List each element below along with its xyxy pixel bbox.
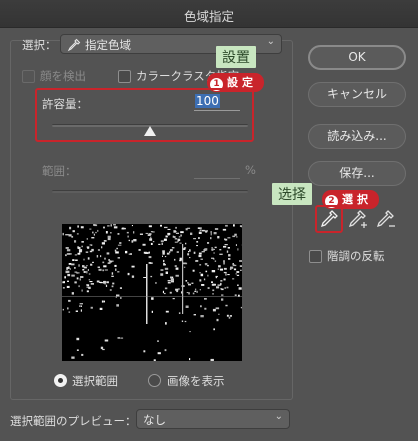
radio-image[interactable] [148,374,161,387]
title-bar: 色域指定 [0,0,418,28]
annotation-select-tag: 选择 [272,183,312,205]
annotation-fuzziness-box [35,88,254,142]
invert-checkbox[interactable] [309,250,322,263]
step2-text: 選択 [342,193,372,206]
window-title: 色域指定 [183,9,234,24]
range-input[interactable] [194,162,240,179]
chevron-down-icon: ⌄ [274,411,283,422]
invert-label: 階調の反転 [327,249,385,263]
radio-selection-label: 選択範囲 [72,374,118,388]
selection-preview-image [62,224,242,361]
chevron-down-icon: ⌄ [266,36,275,47]
range-label: 範囲： [42,164,77,178]
annotation-setting-tag: 設置 [216,46,256,68]
selection-preview-dropdown[interactable]: なし ⌄ [136,409,290,429]
detect-faces-label: 顔を検出 [40,69,86,83]
cancel-button[interactable]: キャンセル [308,82,406,107]
select-label: 選択： [22,38,57,52]
save-button[interactable]: 保存... [308,161,406,186]
select-value: 指定色域 [85,38,131,52]
load-button[interactable]: 読み込み... [308,124,406,149]
radio-image-label: 画像を表示 [167,374,225,388]
eyedropper-icon[interactable] [318,208,340,230]
eyedropper-plus-icon[interactable] [346,208,368,230]
eyedropper-icon [67,38,81,52]
preview-mask-svg [62,224,242,361]
radio-selection[interactable] [54,374,67,387]
selection-preview-label: 選択範囲のプレビュー： [10,414,137,428]
range-unit: % [245,163,256,177]
ok-button[interactable]: OK [308,45,406,70]
color-clusters-checkbox[interactable] [118,70,131,83]
selection-preview-value: なし [143,413,166,427]
range-slider-track[interactable] [52,190,248,193]
eyedropper-minus-icon[interactable] [374,208,396,230]
detect-faces-checkbox[interactable] [22,70,35,83]
